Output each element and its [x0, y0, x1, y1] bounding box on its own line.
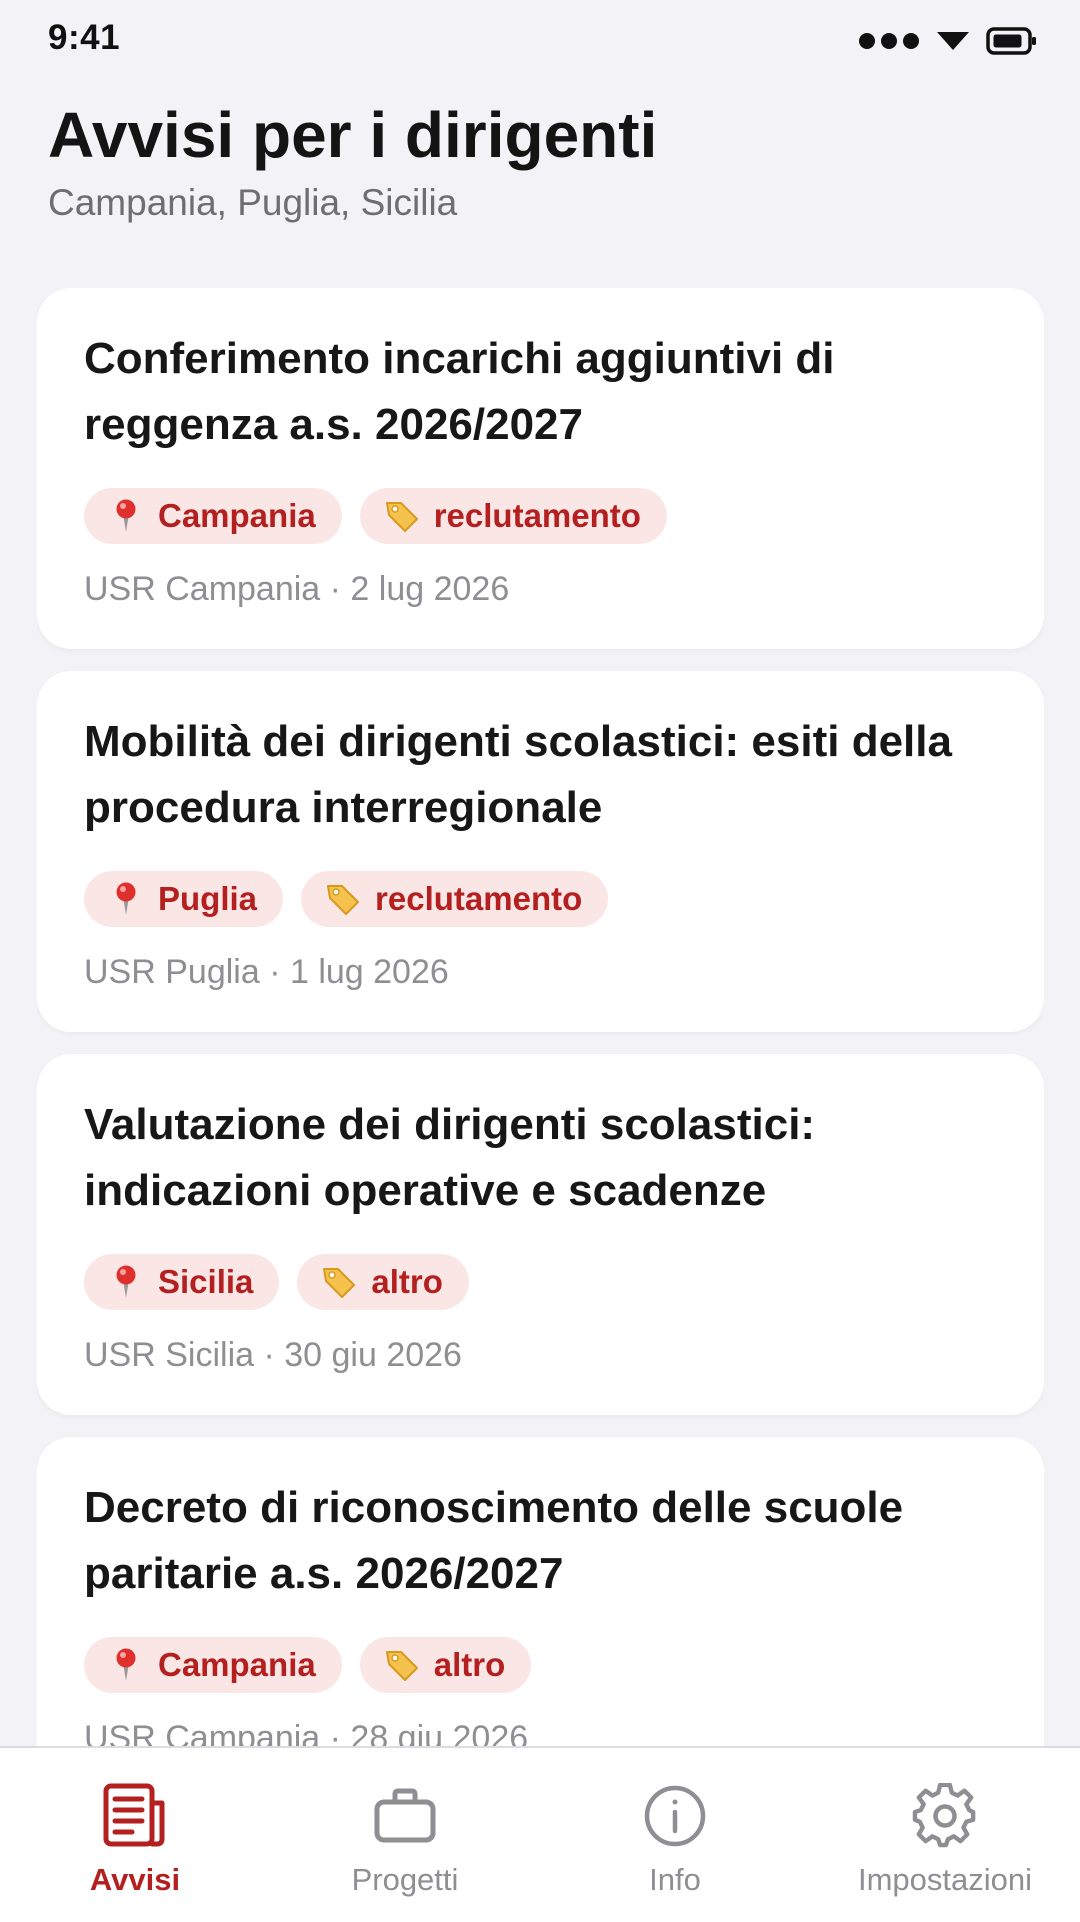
category-tag: reclutamento: [301, 871, 609, 927]
page-subtitle: Campania, Puglia, Sicilia: [48, 182, 458, 224]
page-title: Avvisi per i dirigenti: [48, 99, 658, 171]
tab-avvisi[interactable]: Avvisi: [0, 1748, 270, 1922]
pin-icon: [108, 498, 144, 534]
region-tag-label: Puglia: [158, 880, 258, 917]
notice-card[interactable]: Conferimento incarichi aggiuntivi di reg…: [37, 288, 1044, 649]
tab-progetti[interactable]: Progetti: [270, 1748, 540, 1922]
tab-impostazioni[interactable]: Impostazioni: [810, 1748, 1080, 1922]
notice-title: Mobilità dei dirigenti scolastici: esiti…: [84, 717, 952, 832]
page-header: Avvisi per i dirigenti Campania, Puglia,…: [48, 100, 1032, 224]
notice-card[interactable]: Decreto di riconoscimento delle scuole p…: [37, 1437, 1044, 1748]
region-tag: Sicilia: [84, 1254, 280, 1310]
region-tag: Campania: [84, 488, 342, 544]
category-tag-label: reclutamento: [433, 497, 641, 534]
notice-tags: Campania altro: [84, 1637, 996, 1693]
notice-title: Decreto di riconoscimento delle scuole p…: [84, 1483, 904, 1598]
wifi-icon: [936, 30, 970, 57]
pin-icon: [108, 1647, 144, 1683]
signal-dots-icon: [858, 31, 920, 56]
status-time: 9:41: [48, 18, 121, 57]
pin-icon: [108, 1264, 144, 1300]
status-bar: 9:41: [0, 0, 1080, 84]
notice-list[interactable]: Conferimento incarichi aggiuntivi di reg…: [37, 288, 1044, 1748]
region-tag-label: Campania: [158, 497, 316, 534]
category-tag: altro: [297, 1254, 469, 1310]
battery-icon: [986, 26, 1038, 61]
category-tag: altro: [359, 1637, 532, 1693]
label-tag-icon: [325, 881, 361, 917]
category-tag: reclutamento: [359, 488, 667, 544]
briefcase-icon: [369, 1780, 441, 1852]
notice-card[interactable]: Mobilità dei dirigenti scolastici: esiti…: [37, 671, 1044, 1032]
category-tag-label: reclutamento: [375, 880, 583, 917]
category-tag-label: altro: [371, 1263, 443, 1300]
pin-icon: [108, 881, 144, 917]
info-icon: [639, 1780, 711, 1852]
notice-tags: Sicilia altro: [84, 1254, 996, 1310]
status-icons: [858, 26, 1038, 61]
label-tag-icon: [321, 1264, 357, 1300]
tab-label: Avvisi: [89, 1862, 181, 1897]
notice-title: Conferimento incarichi aggiuntivi di reg…: [84, 334, 835, 449]
tab-label: Info: [649, 1862, 701, 1897]
region-tag: Puglia: [84, 871, 284, 927]
tab-bar: Avvisi Progetti Info Impostazioni: [0, 1746, 1080, 1922]
notice-meta: USR Sicilia · 30 giu 2026: [84, 1336, 462, 1374]
gear-icon: [909, 1780, 981, 1852]
region-tag-label: Sicilia: [158, 1263, 254, 1300]
notice-card[interactable]: Valutazione dei dirigenti scolastici: in…: [37, 1054, 1044, 1415]
region-tag-label: Campania: [158, 1646, 316, 1683]
notice-meta: USR Campania · 28 giu 2026: [84, 1719, 529, 1748]
tab-info[interactable]: Info: [540, 1748, 810, 1922]
label-tag-icon: [384, 1647, 420, 1683]
tab-label: Progetti: [351, 1862, 459, 1897]
notice-tags: Puglia reclutamento: [84, 871, 996, 927]
label-tag-icon: [384, 498, 420, 534]
newspaper-icon: [99, 1780, 171, 1852]
notice-tags: Campania reclutamento: [84, 488, 996, 544]
tab-label: Impostazioni: [857, 1862, 1033, 1897]
category-tag-label: altro: [433, 1646, 506, 1683]
notice-meta: USR Campania · 2 lug 2026: [84, 570, 510, 608]
notice-meta: USR Puglia · 1 lug 2026: [84, 953, 449, 991]
notice-title: Valutazione dei dirigenti scolastici: in…: [84, 1100, 816, 1215]
region-tag: Campania: [84, 1637, 342, 1693]
